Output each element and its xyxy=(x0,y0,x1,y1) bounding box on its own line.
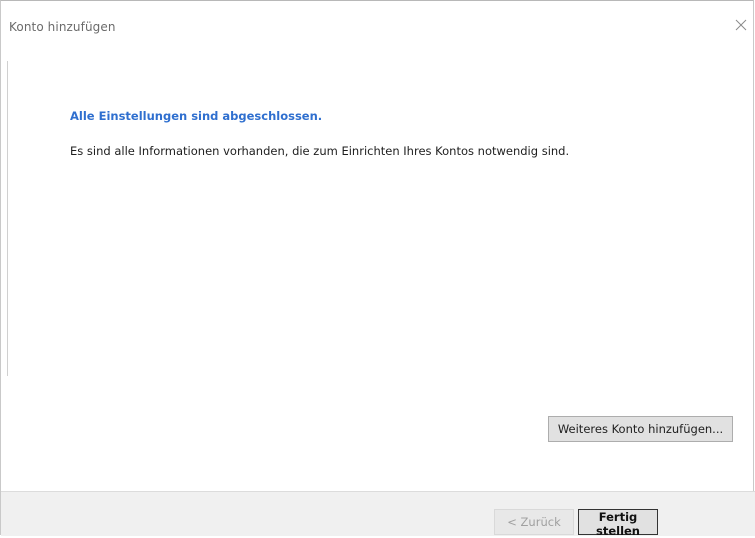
window-title: Konto hinzufügen xyxy=(9,20,116,34)
close-icon-glyph xyxy=(735,19,747,31)
completion-heading: Alle Einstellungen sind abgeschlossen. xyxy=(70,109,323,123)
titlebar: Konto hinzufügen xyxy=(1,1,753,41)
dialog-content: Alle Einstellungen sind abgeschlossen. E… xyxy=(1,41,753,493)
back-button[interactable]: < Zurück xyxy=(494,509,574,535)
completion-info-text: Es sind alle Informationen vorhanden, di… xyxy=(70,144,570,158)
close-icon[interactable] xyxy=(733,17,749,33)
add-account-dialog: Konto hinzufügen Alle Einstellungen sind… xyxy=(0,0,755,538)
dialog-footer: < Zurück Fertig stellen xyxy=(1,491,755,538)
finish-button[interactable]: Fertig stellen xyxy=(578,509,658,538)
add-another-account-button[interactable]: Weiteres Konto hinzufügen... xyxy=(548,416,733,442)
